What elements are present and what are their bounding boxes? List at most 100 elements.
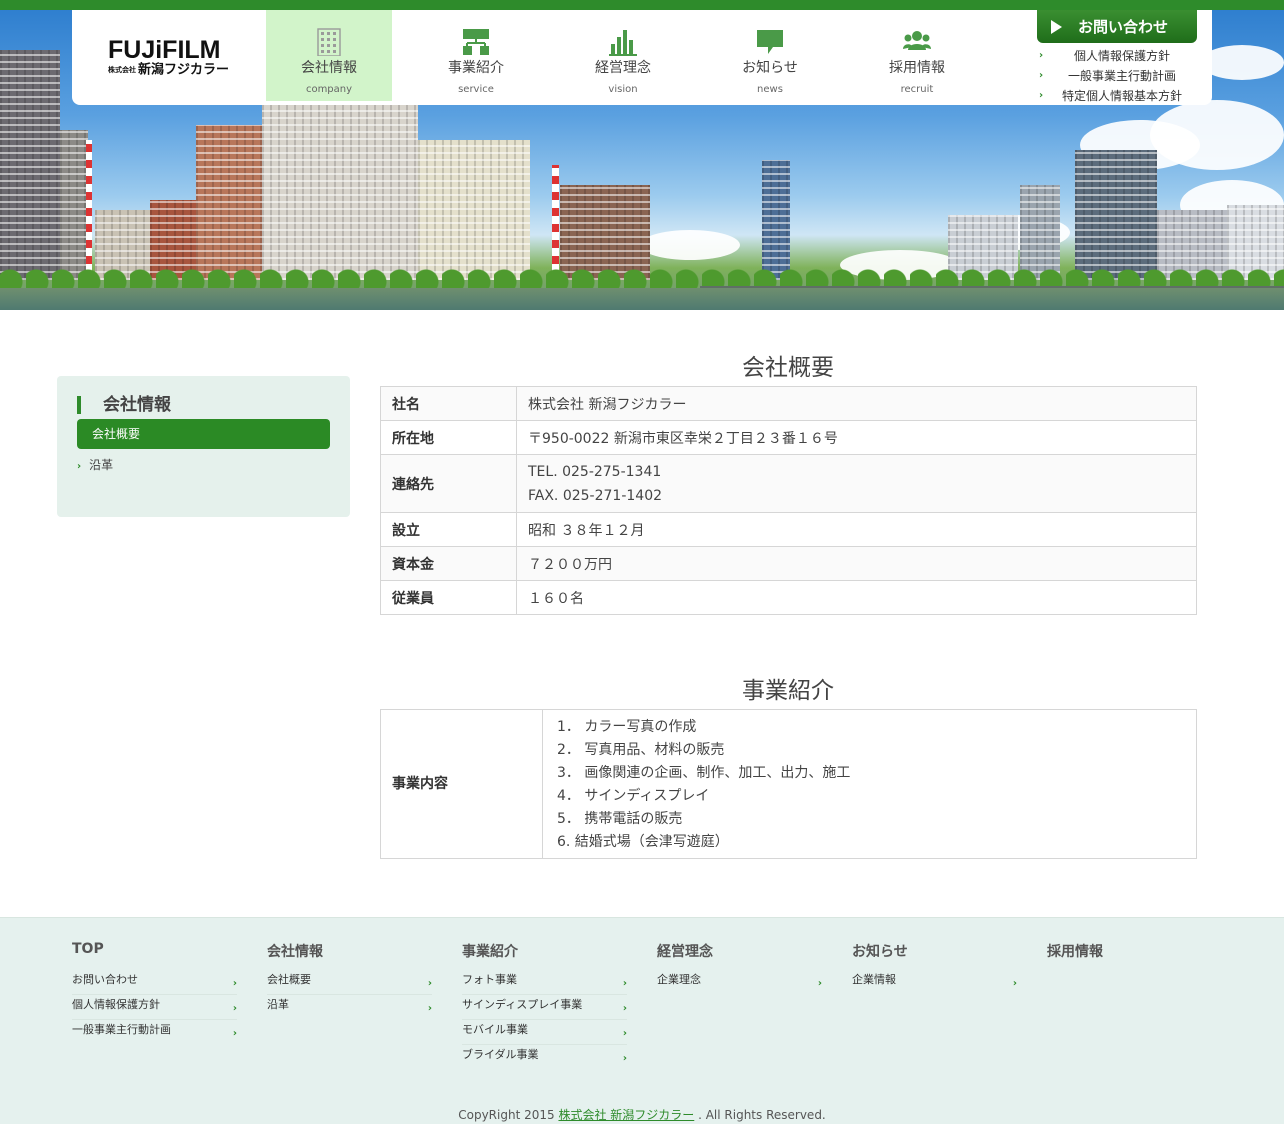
row-value: 昭和 ３８年１２月 bbox=[516, 512, 1197, 547]
footer-heading[interactable]: 採用情報 bbox=[1047, 941, 1212, 960]
side-menu: 会社情報 会社概要 › 沿革 bbox=[57, 376, 350, 517]
nav-vision-sub: vision bbox=[608, 84, 638, 95]
footer-link[interactable]: 会社概要 › bbox=[267, 970, 432, 995]
row-value: １６０名 bbox=[516, 580, 1197, 615]
footer-col-top: TOP お問い合わせ › 個人情報保護方針 › 一般事業主行動計画 › bbox=[72, 941, 237, 1045]
overview-table: 社名 株式会社 新潟フジカラー 所在地 〒950-0022 新潟市東区幸栄２丁目… bbox=[380, 386, 1197, 615]
footer-heading[interactable]: TOP bbox=[72, 941, 237, 959]
site-header: FUJiFILM 株式会社新潟フジカラー 会社情報 company 事業紹介 bbox=[72, 10, 1212, 105]
nav-company[interactable]: 会社情報 company bbox=[266, 10, 392, 101]
chevron-right-icon: › bbox=[817, 978, 822, 989]
people-icon bbox=[903, 31, 931, 50]
footer-link[interactable]: モバイル事業 › bbox=[462, 1020, 627, 1045]
action-plan-link[interactable]: › 一般事業主行動計画 bbox=[1037, 66, 1197, 86]
list-item: 2． 写真用品、材料の販売 bbox=[557, 742, 725, 758]
nav-news[interactable]: お知らせ news bbox=[707, 10, 833, 101]
fujifilm-logo[interactable]: FUJiFILM 株式会社 新潟フジカラー bbox=[108, 36, 229, 79]
row-label: 従業員 bbox=[380, 580, 517, 615]
nav-company-label: 会社情報 bbox=[301, 60, 357, 76]
top-accent-bar bbox=[0, 0, 1284, 10]
bar-chart-icon bbox=[609, 30, 637, 56]
business-label: 事業内容 bbox=[381, 710, 543, 858]
chevron-right-icon: › bbox=[1012, 978, 1017, 989]
table-row: 連絡先 TEL. 025-275-1341 FAX. 025-271-1402 bbox=[380, 454, 1197, 513]
nav-service[interactable]: 事業紹介 service bbox=[413, 10, 539, 101]
footer-heading[interactable]: 事業紹介 bbox=[462, 941, 627, 960]
footer-link[interactable]: 沿革 › bbox=[267, 995, 432, 1020]
nav-vision[interactable]: 経営理念 vision bbox=[560, 10, 686, 101]
chevron-right-icon: › bbox=[232, 1003, 237, 1014]
chevron-right-icon: › bbox=[1039, 50, 1044, 61]
nav-vision-label: 経営理念 bbox=[595, 60, 651, 76]
side-menu-title: 会社情報 bbox=[77, 396, 171, 414]
footer-link[interactable]: サインディスプレイ事業 › bbox=[462, 995, 627, 1020]
row-label: 連絡先 bbox=[380, 454, 517, 513]
chevron-right-icon: › bbox=[232, 978, 237, 989]
chevron-right-icon: › bbox=[622, 1028, 627, 1039]
business-list: 1． カラー写真の作成 2． 写真用品、材料の販売 3． 画像関連の企画、制作、… bbox=[557, 716, 850, 854]
footer-heading[interactable]: 会社情報 bbox=[267, 941, 432, 960]
nav-news-label: お知らせ bbox=[742, 60, 798, 76]
list-item: 3． 画像関連の企画、制作、加工、出力、施工 bbox=[557, 765, 851, 781]
table-row: 社名 株式会社 新潟フジカラー bbox=[380, 386, 1197, 421]
specific-personal-info-link[interactable]: › 特定個人情報基本方針 bbox=[1037, 86, 1197, 106]
footer-col-vision: 経営理念 企業理念 › bbox=[657, 941, 822, 995]
table-row: 所在地 〒950-0022 新潟市東区幸栄２丁目２３番１６号 bbox=[380, 420, 1197, 455]
row-label: 所在地 bbox=[380, 420, 517, 455]
footer-col-service: 事業紹介 フォト事業 › サインディスプレイ事業 › モバイル事業 › ブライダル事業… bbox=[462, 941, 627, 1070]
chevron-right-icon: › bbox=[622, 1053, 627, 1064]
footer-link[interactable]: 個人情報保護方針 › bbox=[72, 995, 237, 1020]
nav-recruit-sub: recruit bbox=[900, 84, 934, 95]
row-value: ７２００万円 bbox=[516, 546, 1197, 581]
contact-button[interactable]: お問い合わせ bbox=[1037, 10, 1197, 43]
chevron-right-icon: › bbox=[77, 461, 82, 472]
footer-link[interactable]: 一般事業主行動計画 › bbox=[72, 1020, 237, 1045]
copyright-company-link[interactable]: 株式会社 新潟フジカラー bbox=[558, 1108, 694, 1122]
chevron-right-icon: › bbox=[622, 978, 627, 989]
nav-recruit[interactable]: 採用情報 recruit bbox=[854, 10, 980, 101]
nav-service-label: 事業紹介 bbox=[448, 60, 504, 76]
table-row: 従業員 １６０名 bbox=[380, 580, 1197, 615]
org-chart-icon bbox=[463, 29, 489, 55]
footer-col-news: お知らせ 企業情報 › bbox=[852, 941, 1017, 995]
footer-link[interactable]: フォト事業 › bbox=[462, 970, 627, 995]
footer-link[interactable]: お問い合わせ › bbox=[72, 970, 237, 995]
global-nav: 会社情報 company 事業紹介 service 経営理念 vision お知… bbox=[266, 10, 1001, 101]
logo-main-text: FUJiFILM bbox=[108, 36, 221, 64]
chevron-right-icon: › bbox=[427, 978, 432, 989]
chevron-right-icon: › bbox=[1039, 90, 1044, 101]
footer-link[interactable]: 企業理念 › bbox=[657, 970, 822, 995]
footer-col-company: 会社情報 会社概要 › 沿革 › bbox=[267, 941, 432, 1020]
nav-recruit-label: 採用情報 bbox=[889, 60, 945, 76]
fax-number: FAX. 025-271-1402 bbox=[528, 487, 663, 504]
copyright: CopyRight 2015 株式会社 新潟フジカラー . All Rights… bbox=[458, 1108, 826, 1122]
footer-link[interactable]: ブライダル事業 › bbox=[462, 1045, 627, 1070]
chevron-right-icon: › bbox=[1039, 70, 1044, 81]
contact-button-label: お問い合わせ bbox=[1078, 18, 1169, 36]
nav-company-sub: company bbox=[305, 84, 353, 95]
list-item: 5． 携帯電話の販売 bbox=[557, 811, 683, 827]
side-item-overview[interactable]: 会社概要 bbox=[77, 419, 330, 449]
nav-news-sub: news bbox=[757, 84, 783, 95]
site-footer: TOP お問い合わせ › 個人情報保護方針 › 一般事業主行動計画 › 会社情報 会社… bbox=[0, 917, 1284, 1124]
privacy-policy-link[interactable]: › 個人情報保護方針 bbox=[1037, 46, 1197, 66]
side-item-history[interactable]: › 沿革 bbox=[77, 456, 113, 473]
business-table: 事業内容 1． カラー写真の作成 2． 写真用品、材料の販売 3． 画像関連の企… bbox=[380, 709, 1197, 859]
footer-link[interactable]: 企業情報 › bbox=[852, 970, 1017, 995]
chevron-right-icon: › bbox=[232, 1028, 237, 1039]
play-triangle-icon bbox=[1051, 19, 1062, 34]
row-value: TEL. 025-275-1341 FAX. 025-271-1402 bbox=[516, 454, 1197, 513]
footer-col-recruit: 採用情報 bbox=[1047, 941, 1212, 970]
footer-heading[interactable]: 経営理念 bbox=[657, 941, 822, 960]
table-row: 設立 昭和 ３８年１２月 bbox=[380, 512, 1197, 547]
business-title: 事業紹介 bbox=[742, 678, 834, 704]
row-label: 社名 bbox=[380, 386, 517, 421]
list-item: 1． カラー写真の作成 bbox=[557, 719, 697, 735]
footer-heading[interactable]: お知らせ bbox=[852, 941, 1017, 960]
building-icon bbox=[317, 28, 341, 56]
chevron-right-icon: › bbox=[622, 1003, 627, 1014]
row-label: 設立 bbox=[380, 512, 517, 547]
overview-title: 会社概要 bbox=[742, 355, 834, 381]
tel-number: TEL. 025-275-1341 bbox=[528, 463, 662, 480]
row-value: 〒950-0022 新潟市東区幸栄２丁目２３番１６号 bbox=[516, 420, 1197, 455]
